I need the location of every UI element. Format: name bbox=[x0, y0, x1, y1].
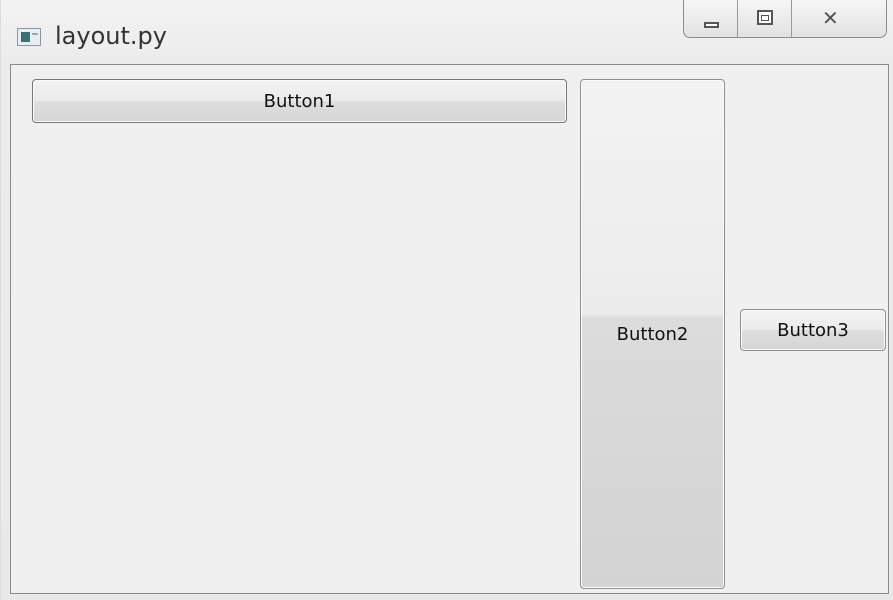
maximize-button[interactable] bbox=[738, 0, 792, 37]
button3-label: Button3 bbox=[777, 319, 849, 341]
button2-label: Button2 bbox=[616, 323, 689, 345]
window-title: layout.py bbox=[55, 22, 167, 50]
application-window: layout.py ✕ Button1 Button2 Button3 bbox=[0, 0, 893, 600]
client-area: Button1 Button2 Button3 bbox=[10, 64, 889, 594]
button3[interactable]: Button3 bbox=[740, 309, 886, 351]
app-icon[interactable] bbox=[17, 28, 41, 46]
title-bar[interactable]: layout.py ✕ bbox=[1, 0, 893, 60]
button1[interactable]: Button1 bbox=[32, 79, 567, 123]
close-icon: ✕ bbox=[822, 6, 839, 30]
close-button[interactable]: ✕ bbox=[792, 0, 886, 37]
button2[interactable]: Button2 bbox=[580, 79, 725, 589]
minimize-button[interactable] bbox=[684, 0, 738, 37]
button1-label: Button1 bbox=[263, 90, 336, 112]
window-controls: ✕ bbox=[683, 0, 887, 38]
minimize-icon bbox=[704, 22, 719, 28]
restore-icon bbox=[757, 10, 773, 25]
